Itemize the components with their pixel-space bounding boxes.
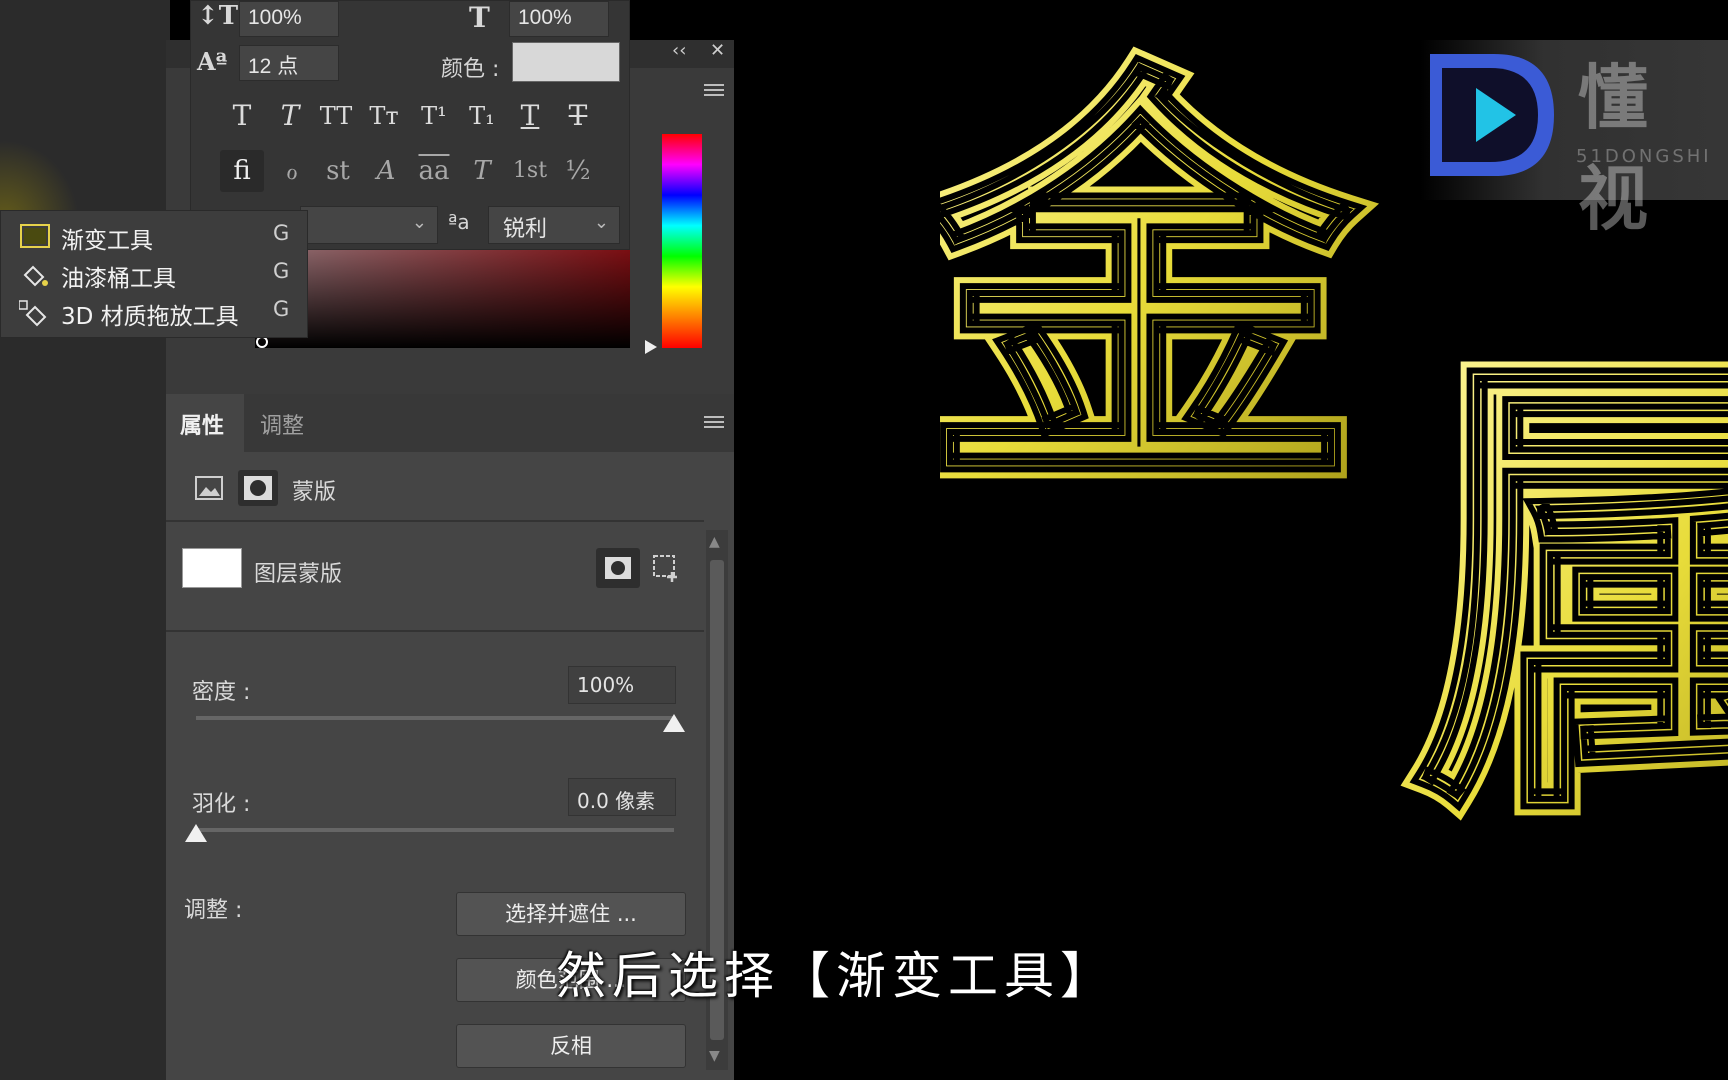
antialias-value: 锐利 (503, 217, 548, 242)
pixel-mask-icon[interactable] (194, 474, 224, 502)
feather-slider[interactable] (196, 828, 674, 832)
flyout-item-shortcut: G (273, 297, 290, 321)
load-selection-icon[interactable] (596, 548, 640, 588)
text-color-swatch[interactable] (512, 42, 620, 82)
flyout-item-gradient-tool[interactable]: 渐变工具 G (15, 219, 305, 255)
close-panel-button[interactable]: ✕ (710, 40, 725, 61)
color-label: 颜色 : (441, 57, 500, 82)
stylistic-alternates-button[interactable]: aa (412, 150, 456, 192)
flyout-item-shortcut: G (273, 221, 290, 245)
horizontal-scale-field[interactable]: 100% (509, 1, 609, 37)
vertical-scale-icon: ↕T (197, 1, 239, 31)
video-subtitle: 然后选择【渐变工具】 (556, 947, 1116, 1005)
scroll-down-icon[interactable]: ▼ (709, 1048, 720, 1064)
divider (166, 520, 704, 522)
feather-slider-knob[interactable] (185, 824, 207, 842)
flyout-item-label: 渐变工具 (61, 228, 153, 254)
layer-mask-label: 图层蒙版 (254, 562, 343, 587)
language-dropdown[interactable]: ⌄ (300, 206, 438, 244)
flyout-item-label: 油漆桶工具 (61, 266, 176, 292)
flyout-item-shortcut: G (273, 259, 290, 283)
chevron-down-icon: ⌄ (411, 212, 427, 233)
density-field[interactable]: 100% (568, 666, 676, 704)
3d-material-drop-icon (18, 299, 51, 327)
feather-label: 羽化 : (192, 792, 251, 817)
density-slider-knob[interactable] (663, 714, 685, 732)
baseline-shift-icon: Aª (197, 47, 228, 76)
density-label: 密度 : (192, 680, 251, 705)
faux-bold-button[interactable]: T (222, 96, 262, 136)
flyout-item-label: 3D 材质拖放工具 (61, 304, 239, 330)
contextual-alternates-button[interactable]: ℴ (270, 150, 314, 192)
antialias-icon: ªa (448, 210, 470, 234)
tool-flyout-menu: 渐变工具 G 油漆桶工具 G 3D 材质拖放工具 G (0, 210, 308, 338)
flyout-item-paint-bucket[interactable]: 油漆桶工具 G (15, 257, 305, 293)
paint-bucket-icon (19, 261, 51, 289)
divider (166, 630, 704, 632)
faux-italic-button[interactable]: T (270, 96, 310, 136)
tab-adjustments[interactable]: 调整 (246, 394, 322, 452)
adjust-label: 调整 : (184, 898, 243, 923)
titling-alternates-button[interactable]: T (460, 150, 504, 192)
brand-logo-icon (1424, 50, 1564, 180)
vector-mask-icon[interactable] (238, 470, 278, 506)
select-and-mask-button[interactable]: 选择并遮住 ... (456, 892, 686, 936)
tab-properties[interactable]: 属性 (166, 394, 244, 452)
brand-name: 懂 视 (1578, 57, 1662, 240)
small-caps-button[interactable]: Tт (364, 96, 404, 136)
brand-subtitle: 51DONGSHI (1576, 146, 1712, 167)
invert-button[interactable]: 反相 (456, 1024, 686, 1068)
hue-slider[interactable] (662, 134, 702, 348)
properties-menu-icon[interactable] (704, 416, 724, 430)
canvas-char-shu-inner: 属 (1410, 315, 1728, 840)
color-panel-menu-icon[interactable] (704, 84, 724, 98)
horizontal-scale-icon: T (469, 1, 490, 34)
collapse-panels-button[interactable]: ‹‹ (672, 40, 686, 61)
strikethrough-button[interactable]: T (558, 96, 598, 136)
layer-mask-thumbnail[interactable] (182, 548, 242, 588)
swash-button[interactable]: A (364, 150, 408, 192)
scroll-up-icon[interactable]: ▲ (709, 534, 720, 550)
all-caps-button[interactable]: TT (316, 96, 356, 136)
subscript-button[interactable]: T₁ (462, 96, 502, 136)
density-slider[interactable] (196, 716, 674, 720)
underline-button[interactable]: T (510, 96, 550, 136)
mask-type-label: 蒙版 (292, 480, 337, 505)
fractions-button[interactable]: ½ (556, 150, 600, 192)
flyout-item-3d-material-drop[interactable]: 3D 材质拖放工具 G (15, 295, 305, 331)
canvas-char-jin-inner: 金 (940, 40, 1367, 544)
feather-field[interactable]: 0.0 像素 (568, 778, 676, 816)
vertical-scale-field[interactable]: 100% (239, 1, 339, 37)
standard-ligatures-button[interactable]: fi (220, 150, 264, 192)
hue-slider-handle[interactable] (645, 340, 657, 354)
ordinals-button[interactable]: 1st (508, 150, 552, 192)
superscript-button[interactable]: T¹ (414, 96, 454, 136)
discretionary-ligatures-button[interactable]: st (316, 150, 360, 192)
chevron-down-icon: ⌄ (593, 212, 609, 233)
apply-mask-icon[interactable] (650, 552, 684, 586)
antialias-dropdown[interactable]: 锐利 ⌄ (488, 206, 620, 244)
color-saturation-field[interactable] (255, 250, 630, 348)
baseline-shift-field[interactable]: 12 点 (239, 45, 339, 81)
gradient-tool-icon (19, 223, 51, 251)
